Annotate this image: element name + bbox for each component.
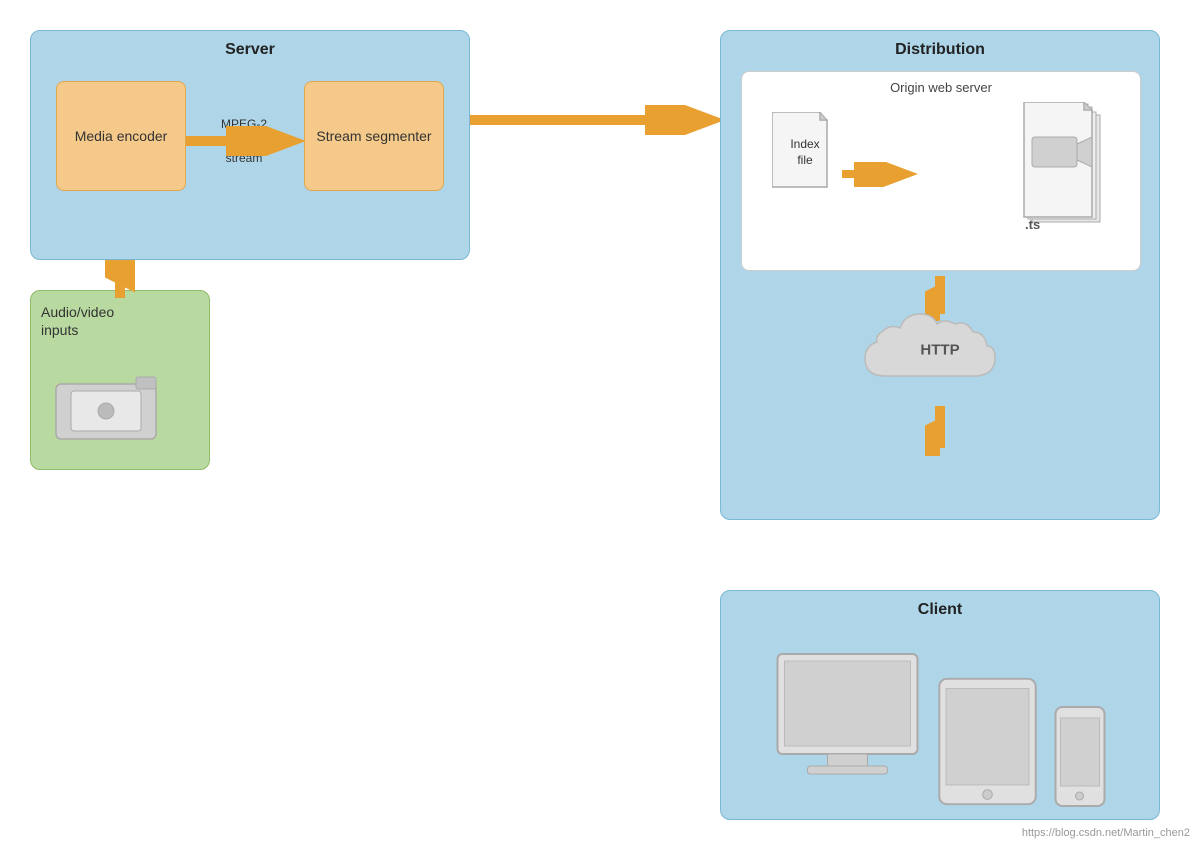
index-file-container: Index file — [772, 112, 837, 197]
media-encoder-label: Media encoder — [75, 127, 168, 145]
http-label: HTTP — [920, 341, 959, 358]
stream-segmenter-label: Stream segmenter — [316, 128, 431, 144]
camera-icon — [46, 369, 176, 449]
watermark: https://blog.csdn.net/Martin_chen2 — [1022, 827, 1190, 839]
server-box: Server Media encoder MPEG-2 transport st… — [30, 30, 470, 260]
tablet-icon — [933, 674, 1043, 809]
http-to-client-arrow — [925, 406, 955, 456]
media-encoder-box: Media encoder — [56, 81, 186, 191]
origin-server-label: Origin web server — [890, 80, 992, 95]
monitor-icon — [773, 649, 923, 809]
ts-label: .ts — [1025, 217, 1040, 232]
main-diagram: Server Media encoder MPEG-2 transport st… — [0, 0, 1200, 844]
client-title: Client — [918, 601, 962, 619]
index-to-ts-arrow — [842, 162, 922, 187]
server-to-distribution-arrow — [470, 105, 725, 135]
stream-segmenter-box: Stream segmenter — [304, 81, 444, 191]
server-title: Server — [225, 41, 275, 59]
encoder-to-segmenter-arrow — [186, 126, 306, 156]
av-inputs-box: Audio/video inputs — [30, 290, 210, 470]
index-file-label: Index file — [780, 137, 830, 168]
client-box: Client — [720, 590, 1160, 820]
devices-container — [773, 649, 1108, 809]
distribution-title: Distribution — [895, 41, 985, 59]
distribution-box: Distribution Origin web server Index fil… — [720, 30, 1160, 520]
origin-server-box: Origin web server Index file — [741, 71, 1141, 271]
phone-icon — [1053, 704, 1108, 809]
ts-files-stack: .ts — [1020, 102, 1120, 237]
av-inputs-label: Audio/video inputs — [41, 303, 141, 339]
ts-files-icon — [1020, 102, 1120, 232]
http-cloud-container: HTTP — [855, 296, 1025, 401]
av-to-server-arrow — [105, 260, 135, 300]
